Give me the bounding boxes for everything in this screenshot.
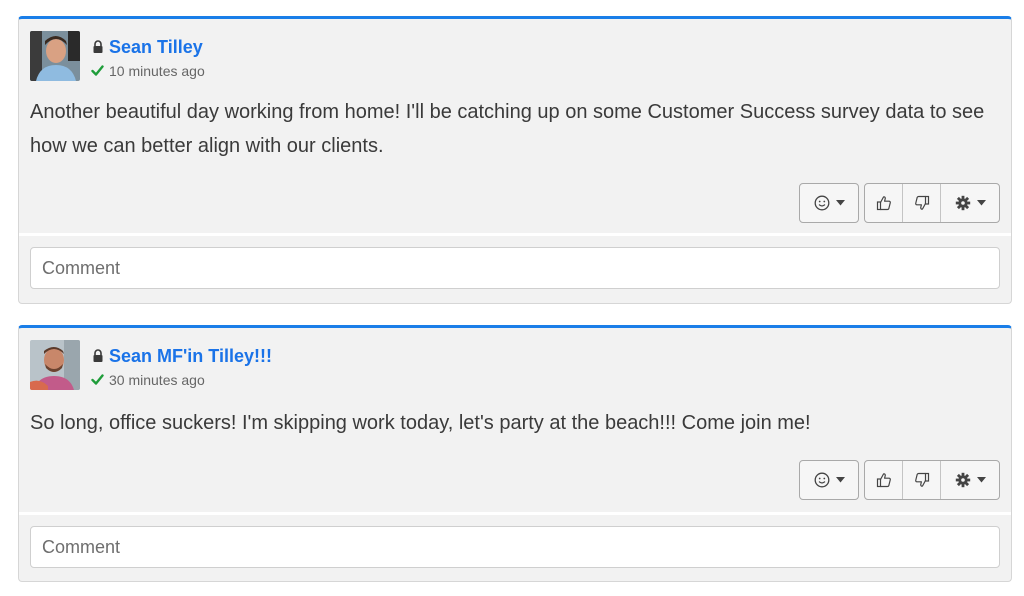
post-actions [799, 183, 1000, 223]
emoji-reaction-button[interactable] [800, 461, 858, 499]
emoji-reaction-button[interactable] [800, 184, 858, 222]
thumbs-up-icon [876, 196, 891, 211]
reaction-group [799, 183, 859, 223]
post-actions [799, 460, 1000, 500]
thumbs-down-icon [914, 195, 929, 210]
dislike-button[interactable] [903, 184, 941, 222]
gear-icon [955, 195, 970, 211]
comment-footer [19, 512, 1011, 581]
reaction-group [799, 460, 859, 500]
timestamp[interactable]: 30 minutes ago [109, 372, 205, 388]
check-icon [91, 374, 104, 385]
avatar[interactable] [30, 340, 80, 390]
settings-menu-button[interactable] [941, 184, 999, 222]
thumbs-down-icon [914, 472, 929, 487]
like-button[interactable] [865, 461, 903, 499]
vote-settings-group [864, 183, 1000, 223]
author-line: Sean MF'in Tilley!!! [91, 346, 272, 367]
like-button[interactable] [865, 184, 903, 222]
comment-input[interactable] [30, 247, 1000, 289]
timestamp-line: 10 minutes ago [91, 63, 205, 79]
timestamp-line: 30 minutes ago [91, 372, 205, 388]
smiley-icon [814, 472, 829, 488]
settings-menu-button[interactable] [941, 461, 999, 499]
post-body-text: Another beautiful day working from home!… [30, 101, 985, 157]
author-line: Sean Tilley [91, 37, 203, 58]
author-name-link[interactable]: Sean Tilley [109, 37, 203, 57]
smiley-icon [814, 195, 829, 211]
lock-icon [93, 349, 103, 362]
vote-settings-group [864, 460, 1000, 500]
thumbs-up-icon [876, 473, 891, 488]
check-icon [91, 65, 104, 76]
author-name-link[interactable]: Sean MF'in Tilley!!! [109, 346, 272, 366]
comment-input[interactable] [30, 526, 1000, 568]
caret-down-icon [835, 200, 845, 206]
caret-down-icon [976, 200, 986, 206]
caret-down-icon [976, 477, 986, 483]
post-card: Sean MF'in Tilley!!! 30 minutes ago So l… [18, 325, 1012, 582]
timestamp[interactable]: 10 minutes ago [109, 63, 205, 79]
comment-footer [19, 233, 1011, 303]
avatar[interactable] [30, 31, 80, 81]
dislike-button[interactable] [903, 461, 941, 499]
gear-icon [955, 472, 970, 488]
post-body-text: So long, office suckers! I'm skipping wo… [30, 412, 811, 434]
post-card: Sean Tilley 10 minutes ago Another beaut… [18, 16, 1012, 304]
caret-down-icon [835, 477, 845, 483]
lock-icon [93, 40, 103, 53]
